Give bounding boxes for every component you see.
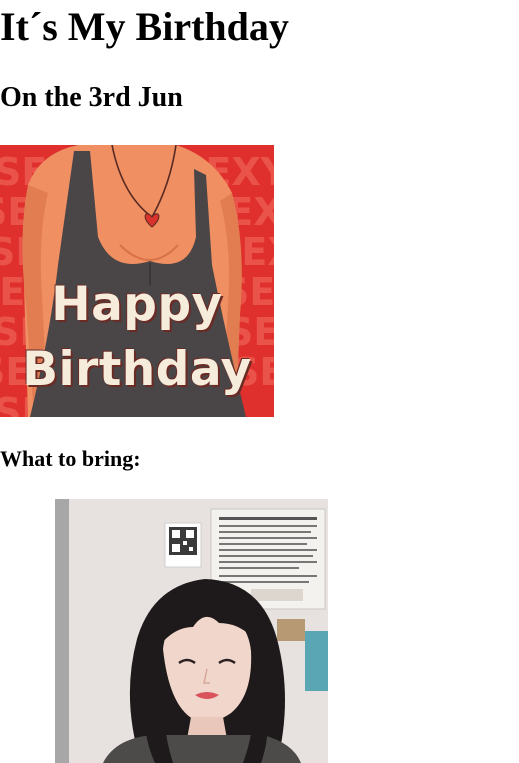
page: It´s My Birthday On the 3rd Jun SEXY SEX… <box>0 0 519 763</box>
page-title: It´s My Birthday <box>0 4 289 49</box>
portrait-photo <box>55 499 328 763</box>
card-text-happy: Happy <box>51 277 223 332</box>
birthday-card-image: SEXY SEXY SEXY SEXY SEXY SEXY SEXY SEXY … <box>0 145 274 417</box>
bring-heading: What to bring: <box>0 446 141 471</box>
date-heading: On the 3rd Jun <box>0 82 183 113</box>
qr-code-icon <box>164 522 202 568</box>
photo-illustration <box>55 499 328 763</box>
card-text-birthday: Birthday <box>22 342 252 397</box>
